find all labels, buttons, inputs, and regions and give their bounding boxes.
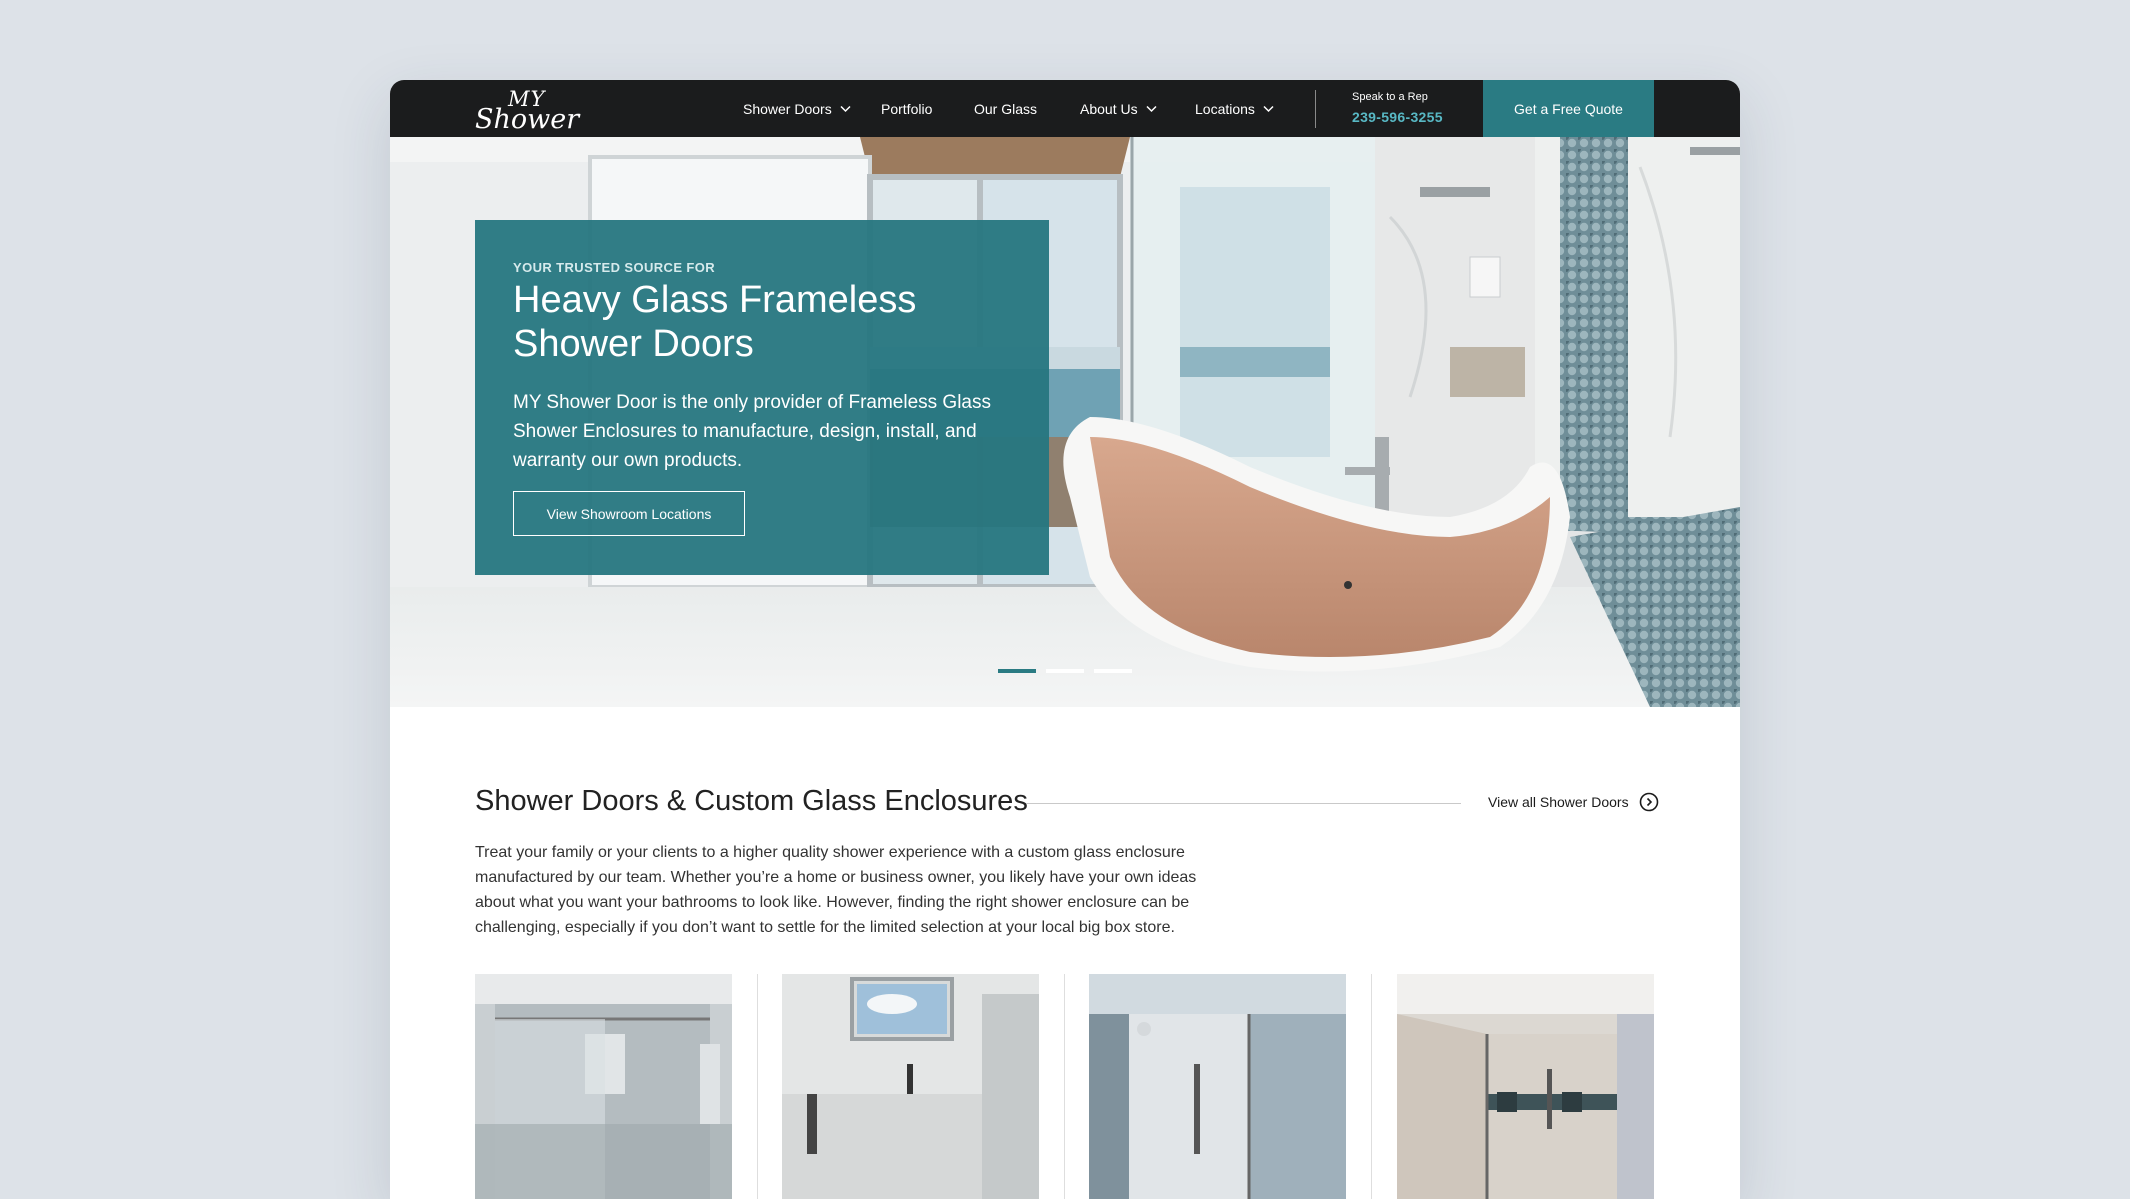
shower-door-image-1 xyxy=(475,974,732,1199)
get-free-quote-button[interactable]: Get a Free Quote xyxy=(1483,80,1654,137)
chevron-down-icon xyxy=(840,105,851,113)
nav-item-portfolio[interactable]: Portfolio xyxy=(881,98,932,120)
nav-item-shower-doors[interactable]: Shower Doors xyxy=(743,98,851,120)
speak-to-rep-label: Speak to a Rep xyxy=(1352,91,1428,103)
nav-item-label: Locations xyxy=(1195,101,1255,117)
circle-arrow-right-icon xyxy=(1639,792,1658,812)
view-all-shower-doors-link[interactable]: View all Shower Doors xyxy=(1488,792,1659,812)
nav-divider xyxy=(1315,90,1316,128)
view-showroom-locations-button[interactable]: View Showroom Locations xyxy=(513,491,745,536)
rep-phone-link[interactable]: 239-596-3255 xyxy=(1352,109,1443,125)
card-divider xyxy=(757,974,758,1199)
site-logo[interactable]: MY Shower Door xyxy=(475,87,635,166)
top-navigation: MY Shower Door Shower Doors Portfolio Ou… xyxy=(390,80,1740,166)
slider-pagination xyxy=(998,669,1132,673)
hero-description: MY Shower Door is the only provider of F… xyxy=(513,392,991,471)
view-all-label: View all Shower Doors xyxy=(1488,794,1629,810)
browser-frame: MY Shower Door Shower Doors Portfolio Ou… xyxy=(390,80,1740,1199)
card-divider xyxy=(1064,974,1065,1199)
product-card-2[interactable] xyxy=(782,974,1039,1199)
section-divider xyxy=(1026,803,1461,804)
shower-door-image-2 xyxy=(782,974,1039,1199)
nav-item-about-us[interactable]: About Us xyxy=(1080,98,1157,120)
nav-item-label: Our Glass xyxy=(974,101,1038,117)
nav-item-label: Portfolio xyxy=(881,101,933,117)
nav-item-label: About Us xyxy=(1080,101,1138,117)
hero-card: YOUR TRUSTED SOURCE FOR Heavy Glass Fram… xyxy=(475,220,1049,575)
nav-item-label: Shower Doors xyxy=(743,101,832,117)
slide-indicator-2[interactable] xyxy=(1046,669,1084,673)
product-card-3[interactable] xyxy=(1089,974,1346,1199)
hero-title: Heavy Glass Frameless Shower Doors xyxy=(513,279,917,365)
card-divider xyxy=(1371,974,1372,1199)
chevron-down-icon xyxy=(1263,105,1274,113)
chevron-down-icon xyxy=(1146,105,1157,113)
nav-item-locations[interactable]: Locations xyxy=(1195,98,1274,120)
hero-eyebrow: YOUR TRUSTED SOURCE FOR xyxy=(513,260,716,275)
shower-door-image-4 xyxy=(1397,974,1654,1199)
slide-indicator-3[interactable] xyxy=(1094,669,1132,673)
shower-door-image-3 xyxy=(1089,974,1346,1199)
product-card-4[interactable] xyxy=(1397,974,1654,1199)
slide-indicator-1[interactable] xyxy=(998,669,1036,673)
hero-slider: YOUR TRUSTED SOURCE FOR Heavy Glass Fram… xyxy=(390,137,1740,707)
nav-item-our-glass[interactable]: Our Glass xyxy=(974,98,1037,120)
section-description: Treat your family or your clients to a h… xyxy=(475,844,1197,936)
product-card-1[interactable] xyxy=(475,974,732,1199)
section-title: Shower Doors & Custom Glass Enclosures xyxy=(475,785,1028,817)
